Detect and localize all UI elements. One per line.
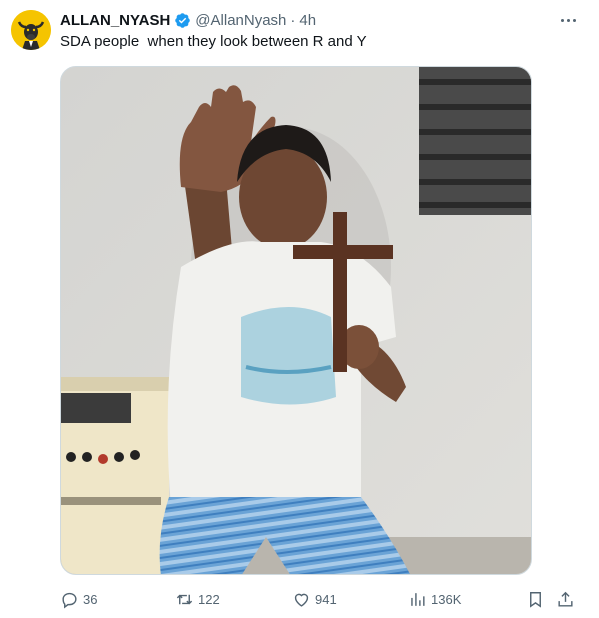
tweet-text: SDA people when they look between R and …	[60, 33, 367, 50]
retweet-icon	[176, 594, 193, 604]
reply-button[interactable]: 36	[60, 588, 97, 610]
bull-icon	[11, 10, 51, 50]
retweet-button[interactable]: 122	[175, 588, 220, 610]
separator-dot: ·	[290, 11, 296, 29]
reply-icon	[62, 592, 77, 608]
retweet-count: 122	[198, 591, 220, 607]
views-button[interactable]: 136K	[408, 588, 461, 610]
timestamp[interactable]: 4h	[299, 12, 316, 29]
verified-badge-icon	[175, 12, 191, 28]
reply-count: 36	[83, 591, 98, 607]
bookmark-button[interactable]	[526, 588, 549, 610]
views-chart-icon	[411, 592, 425, 606]
tweet-image[interactable]	[60, 66, 532, 575]
bookmark-icon	[530, 591, 541, 608]
more-icon[interactable]	[556, 12, 580, 28]
author-name[interactable]: ALLAN_NYASH	[60, 12, 170, 29]
like-count: 941	[315, 591, 337, 607]
tweet[interactable]: ALLAN_NYASH @AllanNyash · 4h SDA people …	[0, 0, 599, 618]
tweet-header: ALLAN_NYASH @AllanNyash · 4h	[60, 10, 316, 30]
share-button[interactable]	[556, 588, 579, 610]
avatar[interactable]	[11, 10, 51, 50]
author-handle[interactable]: @AllanNyash	[195, 12, 286, 29]
photo-boy-holding-cross	[61, 67, 531, 574]
views-count: 136K	[431, 591, 462, 607]
tweet-actions: 36 122 941 136K	[60, 588, 580, 610]
share-icon	[558, 591, 573, 607]
heart-icon	[294, 593, 309, 607]
like-button[interactable]: 941	[292, 588, 337, 610]
